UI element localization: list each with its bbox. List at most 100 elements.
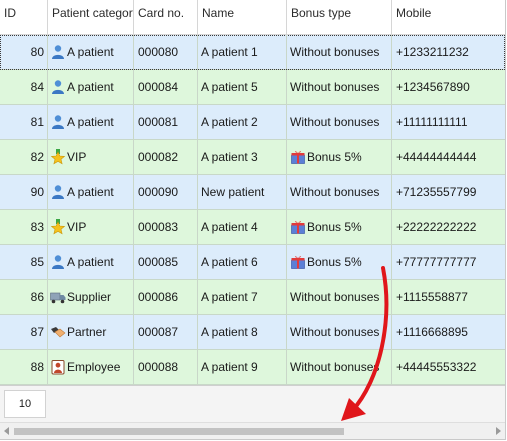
cell-bonus-type[interactable]: Without bonuses (287, 105, 392, 139)
cell-id[interactable]: 84 (0, 70, 48, 104)
cell-name-text: A patient 9 (201, 360, 258, 374)
cell-id[interactable]: 81 (0, 105, 48, 139)
cell-mobile[interactable]: +11111111111 (392, 105, 505, 139)
cell-bonus-type-text: Without bonuses (290, 325, 380, 339)
cell-mobile-text: +1116668895 (396, 325, 468, 339)
cell-name-text: New patient (201, 185, 265, 199)
cell-patient-category[interactable]: Partner (48, 315, 134, 349)
cell-id[interactable]: 85 (0, 245, 48, 279)
cell-patient-category[interactable]: Supplier (48, 280, 134, 314)
cell-id-text: 85 (30, 255, 44, 269)
cell-name[interactable]: A patient 1 (198, 35, 287, 69)
cell-bonus-type[interactable]: Without bonuses (287, 35, 392, 69)
cell-bonus-type[interactable]: Without bonuses (287, 315, 392, 349)
star-icon (50, 218, 66, 235)
cell-card-no-text: 000082 (138, 150, 179, 164)
horizontal-scrollbar[interactable] (0, 422, 505, 439)
cell-bonus-type[interactable]: Bonus 5% (287, 140, 392, 174)
cell-bonus-type-text: Bonus 5% (307, 150, 362, 164)
table-row[interactable]: 80 A patient 000080 A patient 1 Without bonu… (0, 35, 505, 70)
cell-name[interactable]: A patient 6 (198, 245, 287, 279)
cell-mobile[interactable]: +77777777777 (392, 245, 505, 279)
scroll-right-arrow-icon[interactable] (496, 427, 501, 435)
cell-patient-category[interactable]: A patient (48, 105, 134, 139)
cell-id-text: 83 (30, 220, 44, 234)
cell-mobile[interactable]: +44445553322 (392, 350, 505, 384)
cell-bonus-type[interactable]: Bonus 5% (287, 210, 392, 244)
cell-name[interactable]: New patient (198, 175, 287, 209)
cell-id[interactable]: 83 (0, 210, 48, 244)
cell-card-no[interactable]: 000086 (134, 280, 198, 314)
cell-patient-category[interactable]: A patient (48, 245, 134, 279)
cell-bonus-type[interactable]: Without bonuses (287, 350, 392, 384)
cell-mobile[interactable]: +1233211232 (392, 35, 505, 69)
cell-patient-category-text: A patient (67, 45, 114, 59)
cell-bonus-type[interactable]: Without bonuses (287, 175, 392, 209)
cell-patient-category-text: VIP (67, 220, 87, 234)
table-row[interactable]: 83 VIP 000083 A patient 4 Bonus 5% +222222222… (0, 210, 505, 245)
cell-name[interactable]: A patient 9 (198, 350, 287, 384)
table-row[interactable]: 90 A patient 000090 New patient Without bonu… (0, 175, 505, 210)
scroll-left-arrow-icon[interactable] (4, 427, 9, 435)
column-header-card-no[interactable]: Card no. (134, 0, 198, 34)
table-row[interactable]: 81 A patient 000081 A patient 2 Without bonu… (0, 105, 505, 140)
cell-patient-category[interactable]: Employee (48, 350, 134, 384)
cell-patient-category-text: A patient (67, 255, 114, 269)
cell-name[interactable]: A patient 7 (198, 280, 287, 314)
cell-card-no[interactable]: 000084 (134, 70, 198, 104)
column-header-mobile[interactable]: Mobile (392, 0, 505, 34)
cell-card-no[interactable]: 000085 (134, 245, 198, 279)
cell-mobile[interactable]: +22222222222 (392, 210, 505, 244)
column-header-bonus-type[interactable]: Bonus type (287, 0, 392, 34)
cell-id-text: 81 (30, 115, 44, 129)
patients-grid: ID Patient category Card no. Name Bonus … (0, 0, 506, 440)
cell-patient-category[interactable]: VIP (48, 140, 134, 174)
scrollbar-thumb[interactable] (14, 428, 344, 435)
cell-mobile[interactable]: +1115558877 (392, 280, 505, 314)
cell-patient-category[interactable]: A patient (48, 175, 134, 209)
cell-id[interactable]: 88 (0, 350, 48, 384)
table-row[interactable]: 86 Supplier 000086 A patient 7 Without bonus… (0, 280, 505, 315)
table-row[interactable]: 87 Partner 000087 A patient 8 Without bonuse… (0, 315, 505, 350)
cell-patient-category[interactable]: VIP (48, 210, 134, 244)
cell-name[interactable]: A patient 2 (198, 105, 287, 139)
cell-card-no[interactable]: 000088 (134, 350, 198, 384)
cell-bonus-type[interactable]: Without bonuses (287, 280, 392, 314)
cell-patient-category[interactable]: A patient (48, 70, 134, 104)
cell-card-no[interactable]: 000082 (134, 140, 198, 174)
column-header-id[interactable]: ID (0, 0, 48, 34)
cell-bonus-type-text: Without bonuses (290, 80, 380, 94)
column-header-name[interactable]: Name (198, 0, 287, 34)
cell-id[interactable]: 90 (0, 175, 48, 209)
cell-card-no[interactable]: 000087 (134, 315, 198, 349)
cell-name[interactable]: A patient 5 (198, 70, 287, 104)
cell-id-text: 84 (30, 80, 44, 94)
cell-card-no[interactable]: 000081 (134, 105, 198, 139)
table-row[interactable]: 82 VIP 000082 A patient 3 Bonus 5% +444444444… (0, 140, 505, 175)
cell-name[interactable]: A patient 3 (198, 140, 287, 174)
handshake-icon (50, 324, 66, 340)
cell-bonus-type-text: Without bonuses (290, 360, 380, 374)
table-row[interactable]: 88 Employee 000088 A patient 9 Without bonus… (0, 350, 505, 385)
cell-id[interactable]: 80 (0, 35, 48, 69)
cell-patient-category-text: Employee (67, 360, 121, 374)
cell-name-text: A patient 5 (201, 80, 258, 94)
cell-bonus-type[interactable]: Bonus 5% (287, 245, 392, 279)
cell-id[interactable]: 82 (0, 140, 48, 174)
cell-patient-category[interactable]: A patient (48, 35, 134, 69)
column-header-patient-category[interactable]: Patient category (48, 0, 134, 34)
cell-id[interactable]: 86 (0, 280, 48, 314)
table-row[interactable]: 85 A patient 000085 A patient 6 Bonus 5% +777… (0, 245, 505, 280)
cell-id[interactable]: 87 (0, 315, 48, 349)
cell-bonus-type[interactable]: Without bonuses (287, 70, 392, 104)
cell-name[interactable]: A patient 8 (198, 315, 287, 349)
cell-mobile[interactable]: +44444444444 (392, 140, 505, 174)
table-row[interactable]: 84 A patient 000084 A patient 5 Without bonu… (0, 70, 505, 105)
cell-mobile[interactable]: +1116668895 (392, 315, 505, 349)
cell-card-no[interactable]: 000083 (134, 210, 198, 244)
cell-mobile[interactable]: +71235557799 (392, 175, 505, 209)
cell-name[interactable]: A patient 4 (198, 210, 287, 244)
cell-card-no[interactable]: 000090 (134, 175, 198, 209)
cell-mobile[interactable]: +1234567890 (392, 70, 505, 104)
cell-card-no[interactable]: 000080 (134, 35, 198, 69)
